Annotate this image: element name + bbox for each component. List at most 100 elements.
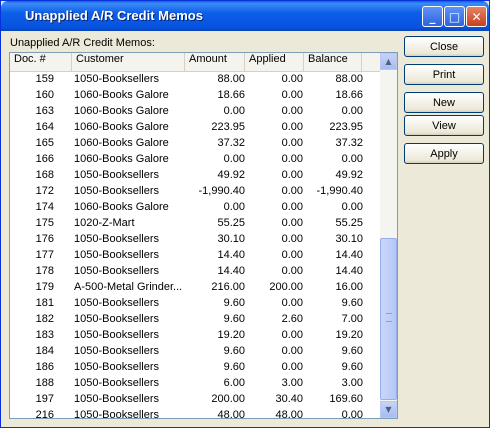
balance-cell: 16.00 [335, 281, 363, 293]
new-button[interactable]: New [404, 92, 484, 113]
table-row[interactable]: 197 1050-Booksellers 200.00 30.40 169.60 [10, 392, 381, 408]
customer-cell: 1020-Z-Mart [74, 217, 135, 229]
doc-cell: 176 [35, 233, 54, 245]
amount-cell: 9.60 [223, 345, 245, 357]
table-row[interactable]: 178 1050-Booksellers 14.40 0.00 14.40 [10, 264, 381, 280]
balance-cell: 169.60 [329, 393, 363, 405]
doc-cell: 177 [35, 249, 54, 261]
table-row[interactable]: 188 1050-Booksellers 6.00 3.00 3.00 [10, 376, 381, 392]
table-row[interactable]: 182 1050-Booksellers 9.60 2.60 7.00 [10, 312, 381, 328]
customer-cell: 1050-Booksellers [74, 329, 159, 341]
customer-cell: 1060-Books Galore [74, 89, 169, 101]
doc-cell: 166 [35, 153, 54, 165]
table-row[interactable]: 164 1060-Books Galore 223.95 0.00 223.95 [10, 120, 381, 136]
close-button[interactable]: Close [404, 36, 484, 57]
scroll-up-icon[interactable]: ▲ [380, 53, 397, 70]
print-button[interactable]: Print [404, 64, 484, 85]
table-row[interactable]: 177 1050-Booksellers 14.40 0.00 14.40 [10, 248, 381, 264]
table-row[interactable]: 174 1060-Books Galore 0.00 0.00 0.00 [10, 200, 381, 216]
balance-cell: 88.00 [335, 73, 363, 85]
table-row[interactable]: 172 1050-Booksellers -1,990.40 0.00 -1,990.4… [10, 184, 381, 200]
table-row[interactable]: 184 1050-Booksellers 9.60 0.00 9.60 [10, 344, 381, 360]
amount-cell: 55.25 [217, 217, 245, 229]
doc-cell: 160 [35, 89, 54, 101]
applied-cell: 0.00 [281, 329, 303, 341]
balance-cell: 3.00 [341, 377, 363, 389]
scroll-thumb[interactable] [380, 238, 397, 400]
table-row[interactable]: 181 1050-Booksellers 9.60 0.00 9.60 [10, 296, 381, 312]
applied-cell: 0.00 [281, 233, 303, 245]
doc-cell: 175 [35, 217, 54, 229]
table-header: Doc. # Customer Amount Applied Balance [10, 53, 381, 72]
applied-cell: 0.00 [281, 89, 303, 101]
table-row[interactable]: 179 A-500-Metal Grinder... 216.00 200.00 16.… [10, 280, 381, 296]
table-row[interactable]: 186 1050-Booksellers 9.60 0.00 9.60 [10, 360, 381, 376]
doc-cell: 184 [35, 345, 54, 357]
doc-cell: 186 [35, 361, 54, 373]
amount-cell: 14.40 [217, 265, 245, 277]
amount-cell: 48.00 [217, 409, 245, 419]
amount-cell: 0.00 [223, 153, 245, 165]
table-row[interactable]: 176 1050-Booksellers 30.10 0.00 30.10 [10, 232, 381, 248]
customer-cell: 1050-Booksellers [74, 73, 159, 85]
table-row[interactable]: 175 1020-Z-Mart 55.25 0.00 55.25 [10, 216, 381, 232]
balance-cell: 0.00 [341, 105, 363, 117]
customer-cell: 1050-Booksellers [74, 313, 159, 325]
applied-cell: 0.00 [281, 201, 303, 213]
view-button[interactable]: View [404, 115, 484, 136]
title-bar[interactable]: Unapplied A/R Credit Memos _ □ ✕ [1, 1, 489, 31]
amount-cell: 88.00 [217, 73, 245, 85]
table-row[interactable]: 163 1060-Books Galore 0.00 0.00 0.00 [10, 104, 381, 120]
applied-cell: 0.00 [281, 105, 303, 117]
doc-cell: 164 [35, 121, 54, 133]
column-header-applied[interactable]: Applied [245, 53, 304, 71]
table-row[interactable]: 183 1050-Booksellers 19.20 0.00 19.20 [10, 328, 381, 344]
column-header-balance[interactable]: Balance [304, 53, 362, 71]
doc-cell: 163 [35, 105, 54, 117]
column-header-customer[interactable]: Customer [72, 53, 185, 71]
table-row[interactable]: 160 1060-Books Galore 18.66 0.00 18.66 [10, 88, 381, 104]
balance-cell: 0.00 [341, 201, 363, 213]
scroll-down-icon[interactable]: ▼ [380, 401, 397, 418]
minimize-icon[interactable]: _ [422, 6, 443, 27]
window-title: Unapplied A/R Credit Memos [25, 8, 203, 23]
apply-button[interactable]: Apply [404, 143, 484, 164]
table-row[interactable]: 166 1060-Books Galore 0.00 0.00 0.00 [10, 152, 381, 168]
grip-icon [386, 313, 392, 322]
amount-cell: 49.92 [217, 169, 245, 181]
customer-cell: 1060-Books Galore [74, 105, 169, 117]
column-header-amount[interactable]: Amount [185, 53, 245, 71]
balance-cell: 49.92 [335, 169, 363, 181]
customer-cell: 1050-Booksellers [74, 265, 159, 277]
customer-cell: 1050-Booksellers [74, 393, 159, 405]
table-row[interactable]: 165 1060-Books Galore 37.32 0.00 37.32 [10, 136, 381, 152]
balance-cell: 9.60 [341, 297, 363, 309]
customer-cell: 1050-Booksellers [74, 185, 159, 197]
applied-cell: 0.00 [281, 345, 303, 357]
table-row[interactable]: 168 1050-Booksellers 49.92 0.00 49.92 [10, 168, 381, 184]
table-row[interactable]: 159 1050-Booksellers 88.00 0.00 88.00 [10, 72, 381, 88]
maximize-icon[interactable]: □ [444, 6, 465, 27]
balance-cell: 9.60 [341, 345, 363, 357]
applied-cell: 2.60 [281, 313, 303, 325]
applied-cell: 0.00 [281, 73, 303, 85]
applied-cell: 0.00 [281, 169, 303, 181]
balance-cell: 0.00 [341, 153, 363, 165]
amount-cell: 9.60 [223, 361, 245, 373]
table-row[interactable]: 216 1050-Booksellers 48.00 48.00 0.00 [10, 408, 381, 419]
balance-cell: -1,990.40 [316, 185, 363, 197]
applied-cell: 0.00 [281, 217, 303, 229]
column-header-doc[interactable]: Doc. # [10, 53, 72, 71]
applied-cell: 0.00 [281, 185, 303, 197]
amount-cell: 0.00 [223, 105, 245, 117]
amount-cell: 19.20 [217, 329, 245, 341]
amount-cell: -1,990.40 [198, 185, 245, 197]
vertical-scrollbar[interactable]: ▲ ▼ [380, 53, 397, 418]
amount-cell: 223.95 [211, 121, 245, 133]
doc-cell: 182 [35, 313, 54, 325]
amount-cell: 200.00 [211, 393, 245, 405]
close-icon[interactable]: ✕ [466, 6, 487, 27]
doc-cell: 172 [35, 185, 54, 197]
customer-cell: 1050-Booksellers [74, 233, 159, 245]
amount-cell: 216.00 [211, 281, 245, 293]
